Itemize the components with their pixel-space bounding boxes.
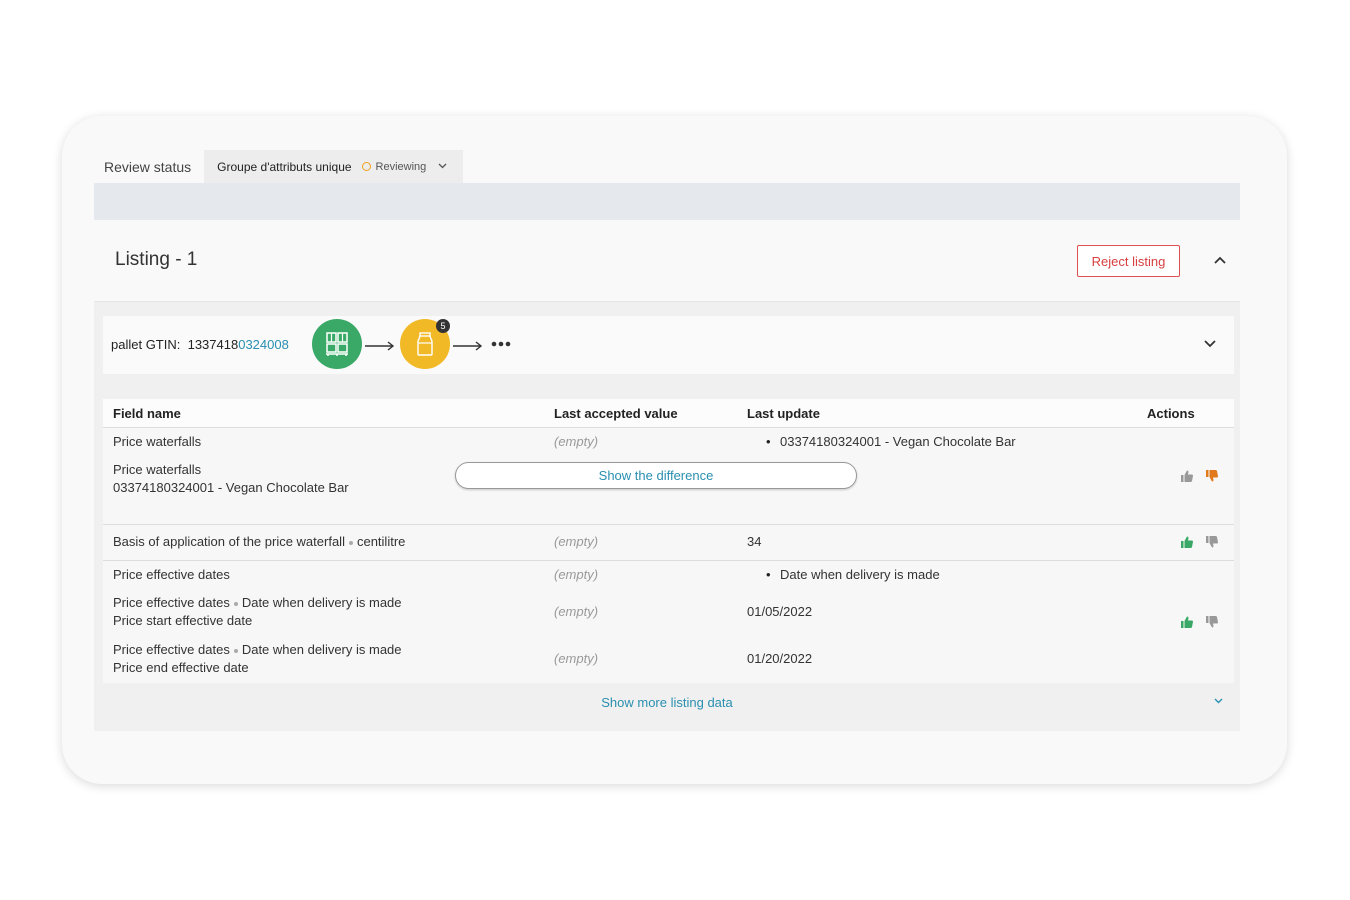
- table-row-field: Price effective dates Date when delivery …: [113, 641, 402, 677]
- table-row-accepted: (empty): [554, 567, 599, 582]
- thumbs-up-icon[interactable]: [1180, 615, 1194, 629]
- tab-review-status-label: Review status: [104, 158, 192, 175]
- show-more-bar: Show more listing data: [94, 683, 1240, 723]
- thumbs-down-icon[interactable]: [1205, 615, 1219, 629]
- table-row-field: Price effective dates Date when delivery …: [113, 594, 402, 630]
- table-row-update: 01/05/2022: [747, 604, 813, 619]
- chevron-down-icon[interactable]: [438, 161, 447, 172]
- gtin-prefix: 1337418: [187, 337, 239, 352]
- reject-listing-button[interactable]: Reject listing: [1077, 245, 1180, 277]
- tab-group-status: Reviewing: [375, 160, 427, 173]
- listing-header: Listing - 1 Reject listing: [94, 220, 1240, 302]
- separator-dot: [233, 601, 238, 606]
- listing-table: Field name Last accepted value Last upda…: [103, 399, 1234, 683]
- table-row-accepted: (empty): [554, 604, 599, 619]
- thumbs-up-icon[interactable]: [1180, 469, 1194, 483]
- separator-dot: [233, 648, 238, 653]
- show-more-link[interactable]: Show more listing data: [94, 695, 1240, 710]
- col-last-update: Last update: [747, 406, 820, 421]
- row-divider: [103, 524, 1234, 525]
- row-divider: [103, 560, 1234, 561]
- table-row-update: 03374180324001 - Vegan Chocolate Bar: [766, 433, 1016, 451]
- field-suffix: Date when delivery is made: [241, 595, 402, 610]
- tab-attribute-group[interactable]: Groupe d'attributs unique Reviewing: [204, 150, 464, 183]
- arrow-right-icon: [365, 336, 395, 356]
- separator-dot: [348, 540, 353, 545]
- gtin-hierarchy-bar: pallet GTIN: 13374180324008 5: [103, 316, 1234, 374]
- chevron-up-icon[interactable]: [1214, 251, 1226, 267]
- table-row-update: Date when delivery is made: [766, 566, 940, 584]
- col-field-name: Field name: [113, 406, 181, 421]
- table-row-accepted: (empty): [554, 434, 599, 449]
- thumbs-down-icon[interactable]: [1205, 469, 1219, 483]
- thumbs-up-icon[interactable]: [1180, 535, 1194, 549]
- field-line: 03374180324001 - Vegan Chocolate Bar: [113, 480, 349, 495]
- table-header: Field name Last accepted value Last upda…: [103, 399, 1234, 428]
- table-row-field: Price effective dates: [113, 567, 230, 582]
- chevron-down-icon[interactable]: [1204, 336, 1216, 351]
- more-levels-icon[interactable]: [491, 331, 511, 352]
- reviewing-status-icon: [361, 162, 371, 171]
- tab-review-status[interactable]: Review status: [94, 150, 204, 183]
- table-row-update: 01/20/2022: [747, 651, 813, 666]
- table-row-accepted: (empty): [554, 534, 599, 549]
- pallet-icon: [326, 332, 348, 356]
- col-actions: Actions: [1147, 406, 1195, 421]
- col-last-accepted: Last accepted value: [554, 406, 678, 421]
- status-band: [94, 183, 1240, 220]
- table-row-field: Basis of application of the price waterf…: [113, 533, 405, 551]
- gtin-highlight: 0324008: [238, 337, 289, 352]
- listing-title: Listing - 1: [115, 249, 198, 270]
- count-badge: 5: [436, 319, 450, 333]
- arrow-right-icon: [453, 336, 483, 356]
- field-suffix: Date when delivery is made: [241, 642, 402, 657]
- tab-bar: Review status Groupe d'attributs unique …: [94, 150, 464, 183]
- field-suffix: centilitre: [356, 534, 406, 549]
- field-line: Price waterfalls: [113, 462, 202, 477]
- chevron-down-icon[interactable]: [1214, 695, 1223, 707]
- field-text: Price effective dates: [113, 642, 230, 657]
- table-row-field: Price waterfalls 03374180324001 - Vegan …: [113, 461, 349, 497]
- field-line: Price end effective date: [113, 660, 249, 675]
- table-row-update: 34: [747, 534, 762, 549]
- pallet-node[interactable]: [312, 319, 362, 369]
- gtin-label: pallet GTIN: 13374180324008: [111, 337, 289, 352]
- field-text: Price effective dates: [113, 595, 230, 610]
- bottle-icon: [417, 332, 433, 356]
- field-text: Basis of application of the price waterf…: [113, 534, 345, 549]
- show-difference-button[interactable]: Show the difference: [455, 462, 857, 489]
- thumbs-down-icon[interactable]: [1205, 535, 1219, 549]
- tab-group-label: Groupe d'attributs unique: [217, 159, 352, 174]
- field-line: Price start effective date: [113, 613, 253, 628]
- table-row-accepted: (empty): [554, 651, 599, 666]
- gtin-label-text: pallet GTIN:: [111, 337, 181, 352]
- table-row-field: Price waterfalls: [113, 434, 202, 449]
